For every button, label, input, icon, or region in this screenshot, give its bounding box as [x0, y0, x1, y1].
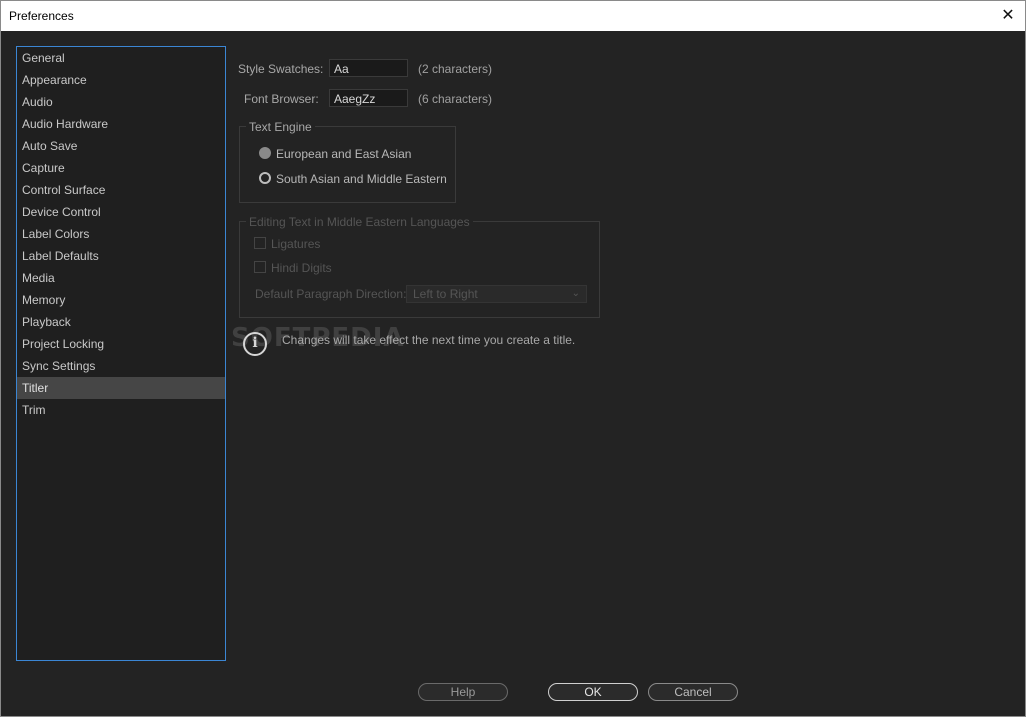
middle-eastern-group: Editing Text in Middle Eastern Languages…	[239, 215, 600, 318]
font-browser-hint: (6 characters)	[418, 92, 493, 106]
chevron-down-icon: ⌄	[571, 288, 580, 299]
radio-label: European and East Asian	[276, 147, 412, 161]
info-icon: i	[243, 332, 267, 356]
sidebar-item-appearance[interactable]: Appearance	[17, 69, 225, 91]
paragraph-direction-dropdown[interactable]: Left to Right ⌄	[406, 285, 587, 303]
preferences-category-list[interactable]: General Appearance Audio Audio Hardware Auto…	[16, 46, 226, 661]
text-engine-title: Text Engine	[246, 120, 315, 134]
ok-button[interactable]: OK	[548, 683, 638, 701]
help-button[interactable]: Help	[418, 683, 508, 701]
sidebar-item-capture[interactable]: Capture	[17, 157, 225, 179]
paragraph-direction-label: Default Paragraph Direction:	[255, 287, 407, 301]
sidebar-item-memory[interactable]: Memory	[17, 289, 225, 311]
radio-checked-icon	[259, 147, 271, 159]
ligatures-label: Ligatures	[271, 237, 321, 251]
preferences-window: Preferences ✕ General Appearance Audio Audi…	[0, 0, 1026, 717]
sidebar-item-project-locking[interactable]: Project Locking	[17, 333, 225, 355]
cancel-button[interactable]: Cancel	[648, 683, 738, 701]
style-swatches-label: Style Swatches:	[238, 62, 324, 76]
radio-label: South Asian and Middle Eastern	[276, 172, 447, 186]
dialog-body: General Appearance Audio Audio Hardware Auto…	[1, 31, 1025, 716]
info-message: Changes will take effect the next time y…	[282, 333, 576, 347]
sidebar-item-label-colors[interactable]: Label Colors	[17, 223, 225, 245]
style-swatches-hint: (2 characters)	[418, 62, 493, 76]
checkbox-icon	[254, 261, 266, 273]
sidebar-item-trim[interactable]: Trim	[17, 399, 225, 421]
close-icon[interactable]: ✕	[997, 5, 1019, 27]
sidebar-item-titler[interactable]: Titler	[17, 377, 225, 399]
sidebar-item-control-surface[interactable]: Control Surface	[17, 179, 225, 201]
font-browser-input[interactable]: AaegZz	[329, 89, 408, 107]
middle-eastern-title: Editing Text in Middle Eastern Languages	[246, 215, 473, 229]
sidebar-item-sync-settings[interactable]: Sync Settings	[17, 355, 225, 377]
sidebar-item-audio-hardware[interactable]: Audio Hardware	[17, 113, 225, 135]
sidebar-item-label-defaults[interactable]: Label Defaults	[17, 245, 225, 267]
font-browser-label: Font Browser:	[244, 92, 319, 106]
text-engine-group: Text Engine European and East Asian Sout…	[239, 120, 456, 203]
sidebar-item-media[interactable]: Media	[17, 267, 225, 289]
paragraph-direction-value: Left to Right	[413, 287, 478, 301]
title-bar: Preferences ✕	[1, 1, 1025, 31]
style-swatches-input[interactable]: Aa	[329, 59, 408, 77]
sidebar-item-device-control[interactable]: Device Control	[17, 201, 225, 223]
checkbox-icon	[254, 237, 266, 249]
radio-unchecked-icon	[259, 172, 271, 184]
sidebar-item-auto-save[interactable]: Auto Save	[17, 135, 225, 157]
window-title: Preferences	[9, 9, 74, 23]
sidebar-item-playback[interactable]: Playback	[17, 311, 225, 333]
sidebar-item-audio[interactable]: Audio	[17, 91, 225, 113]
sidebar-item-general[interactable]: General	[17, 47, 225, 69]
hindi-digits-label: Hindi Digits	[271, 261, 332, 275]
